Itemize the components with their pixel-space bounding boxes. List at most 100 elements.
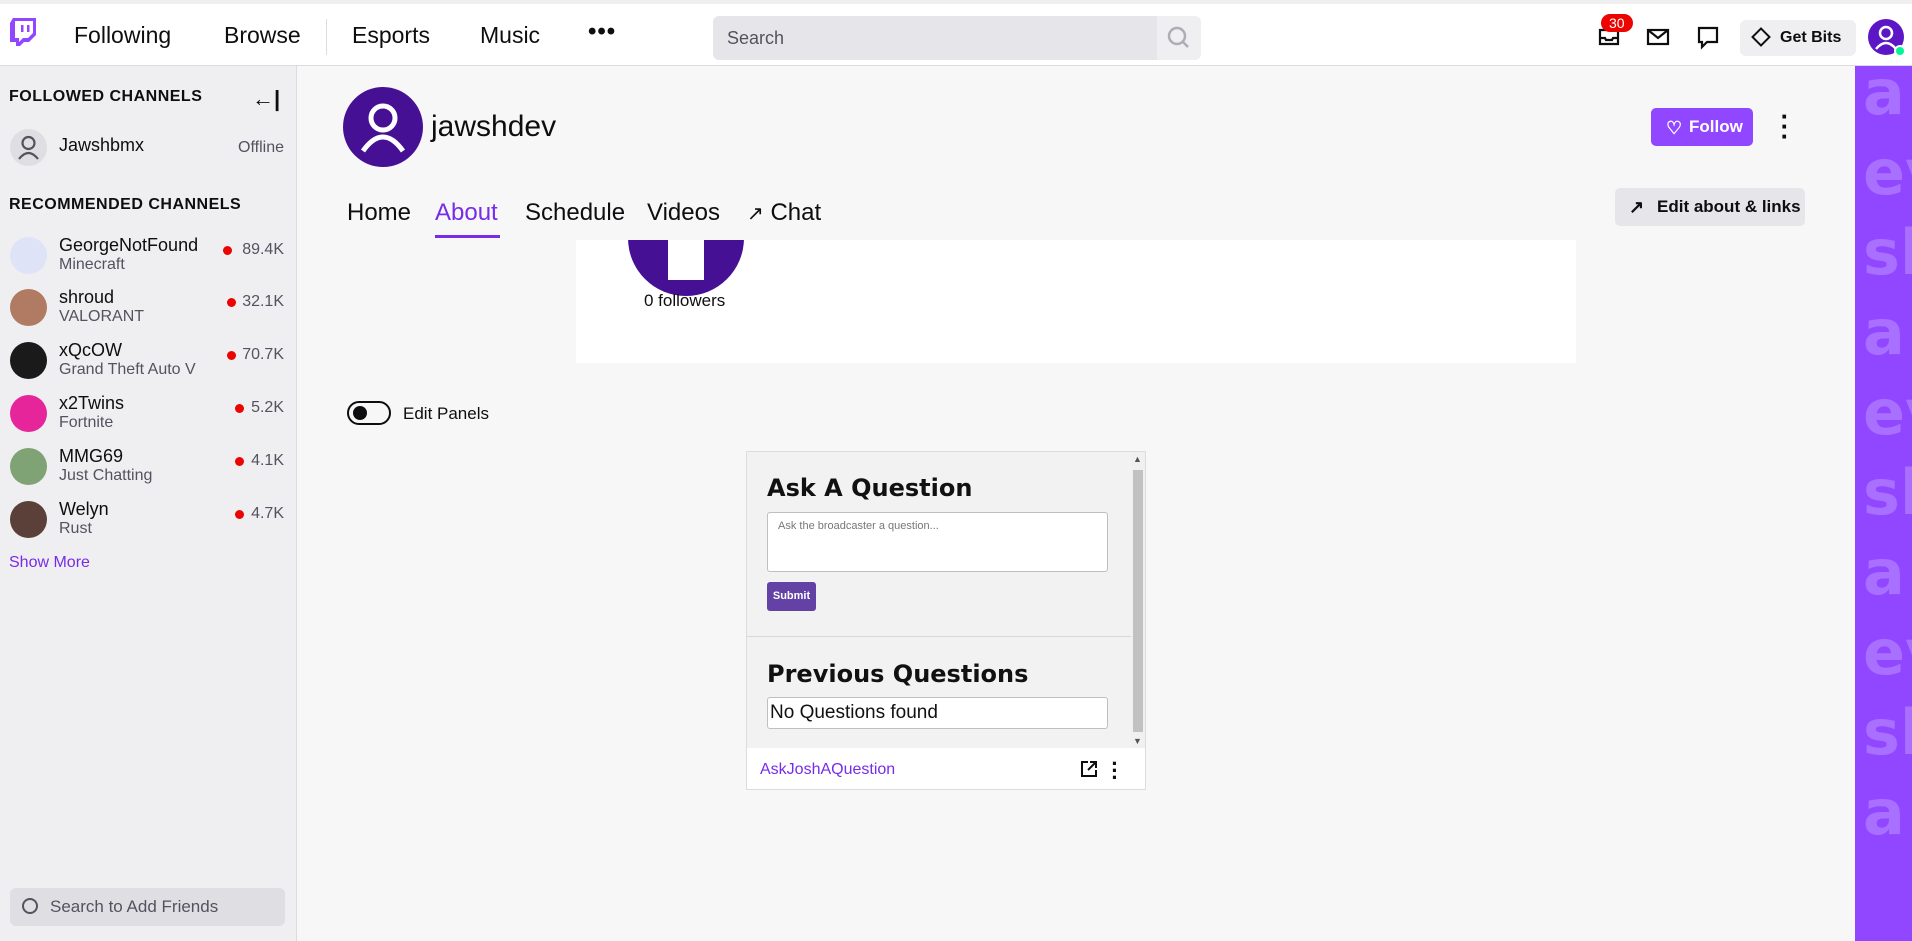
channel-banner-strip: a ev sh a ev sh a ev sh a bbox=[1855, 66, 1912, 941]
external-arrow-icon: ↗ bbox=[747, 203, 764, 225]
search-button[interactable] bbox=[1157, 16, 1201, 60]
banner-text: a bbox=[1863, 66, 1905, 129]
top-navigation: Following Browse Esports Music ••• Searc… bbox=[0, 0, 1912, 66]
viewer-count: 4.1K bbox=[251, 452, 284, 469]
heart-icon: ♡ bbox=[1666, 118, 1683, 138]
edit-panels-toggle[interactable] bbox=[347, 401, 391, 425]
avatar bbox=[10, 501, 47, 538]
get-bits-button[interactable]: Get Bits bbox=[1740, 20, 1856, 56]
friend-search-placeholder: Search to Add Friends bbox=[50, 897, 219, 916]
tab-schedule[interactable]: Schedule bbox=[525, 199, 625, 227]
get-bits-label: Get Bits bbox=[1780, 29, 1842, 46]
bits-icon bbox=[1751, 27, 1771, 47]
channel-name: Welyn bbox=[59, 499, 109, 519]
user-avatar[interactable] bbox=[1868, 19, 1906, 57]
recommended-channel-item[interactable]: xQcOW Grand Theft Auto V 70.7K bbox=[0, 334, 297, 386]
tab-home[interactable]: Home bbox=[347, 199, 411, 227]
divider bbox=[747, 636, 1131, 637]
avatar bbox=[10, 129, 47, 166]
tab-about[interactable]: About bbox=[435, 199, 498, 227]
avatar bbox=[10, 395, 47, 432]
submit-button[interactable]: Submit bbox=[767, 582, 816, 611]
extension-name-link[interactable]: AskJoshAQuestion bbox=[760, 761, 895, 779]
banner-text: a bbox=[1863, 536, 1905, 609]
edit-panels-label: Edit Panels bbox=[403, 404, 489, 423]
more-icon[interactable]: ••• bbox=[588, 18, 616, 46]
banner-text: a bbox=[1863, 776, 1905, 849]
banner-text: sh bbox=[1863, 696, 1912, 769]
nav-esports[interactable]: Esports bbox=[352, 22, 430, 49]
channel-name: x2Twins bbox=[59, 393, 125, 413]
toggle-knob bbox=[353, 406, 367, 420]
edit-about-label: Edit about & links bbox=[1657, 197, 1801, 216]
tab-chat[interactable]: ↗ Chat bbox=[747, 199, 821, 227]
channel-name-title: jawshdev bbox=[431, 110, 557, 143]
whispers-icon[interactable] bbox=[1695, 24, 1721, 50]
channel-game: Just Chatting bbox=[59, 467, 153, 484]
channel-name: shroud bbox=[59, 287, 115, 307]
scroll-thumb[interactable] bbox=[1133, 470, 1143, 732]
channel-game: Fortnite bbox=[59, 414, 114, 431]
search-icon bbox=[22, 898, 38, 914]
inbox-icon[interactable] bbox=[1645, 24, 1671, 50]
question-input[interactable]: Ask the broadcaster a question... bbox=[767, 512, 1108, 572]
recommended-channel-item[interactable]: x2Twins Fortnite 5.2K bbox=[0, 387, 297, 439]
previous-questions-title: Previous Questions bbox=[767, 660, 1029, 688]
followed-channel-item[interactable]: Jawshbmx Offline bbox=[0, 121, 297, 173]
recommended-channel-item[interactable]: Welyn Rust 4.7K bbox=[0, 493, 297, 545]
sidebar: FOLLOWED CHANNELS ←| Jawshbmx Offline RE… bbox=[0, 66, 297, 941]
show-more-link[interactable]: Show More bbox=[9, 554, 90, 572]
scroll-down-icon[interactable]: ▼ bbox=[1133, 736, 1142, 746]
recommended-channel-item[interactable]: shroud VALORANT 32.1K bbox=[0, 281, 297, 333]
nav-divider bbox=[326, 19, 327, 55]
live-indicator bbox=[235, 510, 244, 519]
avatar bbox=[10, 342, 47, 379]
friend-search-input[interactable]: Search to Add Friends bbox=[10, 888, 285, 926]
collapse-sidebar-icon[interactable]: ←| bbox=[252, 86, 280, 112]
banner-text: ev bbox=[1863, 136, 1912, 209]
channel-name: GeorgeNotFound bbox=[59, 235, 199, 255]
viewer-count: 32.1K bbox=[242, 293, 284, 310]
external-arrow-icon: ↗ bbox=[1629, 197, 1645, 217]
recommended-channel-item[interactable]: GeorgeNotFound Minecraft 89.4K bbox=[0, 229, 297, 281]
panel-more-icon[interactable]: · · · bbox=[1110, 753, 1120, 789]
channel-name: xQcOW bbox=[59, 340, 122, 360]
recommended-channel-item[interactable]: MMG69 Just Chatting 4.1K bbox=[0, 440, 297, 492]
nav-browse[interactable]: Browse bbox=[224, 22, 301, 49]
extension-content: Ask A Question Ask the broadcaster a que… bbox=[747, 452, 1131, 748]
about-card: 0 followers bbox=[576, 180, 1576, 363]
channel-name: MMG69 bbox=[59, 446, 124, 466]
channel-avatar[interactable] bbox=[343, 87, 423, 167]
live-indicator bbox=[235, 457, 244, 466]
nav-music[interactable]: Music bbox=[480, 22, 540, 49]
channel-game: VALORANT bbox=[59, 308, 145, 325]
user-icon bbox=[360, 103, 406, 153]
avatar bbox=[10, 448, 47, 485]
viewer-count: 5.2K bbox=[251, 399, 284, 416]
search-icon bbox=[1167, 26, 1189, 48]
follow-button[interactable]: ♡ Follow bbox=[1651, 108, 1753, 146]
tab-videos[interactable]: Videos bbox=[647, 199, 720, 227]
tab-chat-label: Chat bbox=[770, 199, 822, 226]
recommended-channels-heading: RECOMMENDED CHANNELS bbox=[9, 196, 242, 213]
banner-text: a bbox=[1863, 296, 1905, 369]
online-status-dot bbox=[1894, 45, 1906, 57]
avatar bbox=[10, 289, 47, 326]
twitch-logo-icon[interactable] bbox=[10, 18, 36, 46]
banner-text: sh bbox=[1863, 456, 1912, 529]
panel-scrollbar[interactable]: ▲ ▼ bbox=[1131, 452, 1145, 748]
more-options-icon[interactable]: · · · bbox=[1778, 103, 1792, 149]
followed-channels-heading: FOLLOWED CHANNELS bbox=[9, 88, 203, 105]
scroll-up-icon[interactable]: ▲ bbox=[1133, 454, 1142, 464]
channel-name: Jawshbmx bbox=[59, 135, 145, 155]
search-input[interactable]: Search bbox=[713, 16, 1157, 60]
live-indicator bbox=[235, 404, 244, 413]
popout-icon[interactable] bbox=[1079, 759, 1099, 779]
avatar bbox=[10, 237, 47, 274]
edit-about-button[interactable]: ↗ Edit about & links bbox=[1615, 188, 1805, 226]
channel-game: Rust bbox=[59, 520, 92, 537]
nav-following[interactable]: Following bbox=[74, 22, 171, 49]
viewer-count: 70.7K bbox=[242, 346, 284, 363]
ask-question-title: Ask A Question bbox=[767, 474, 973, 502]
channel-game: Grand Theft Auto V bbox=[59, 361, 196, 378]
